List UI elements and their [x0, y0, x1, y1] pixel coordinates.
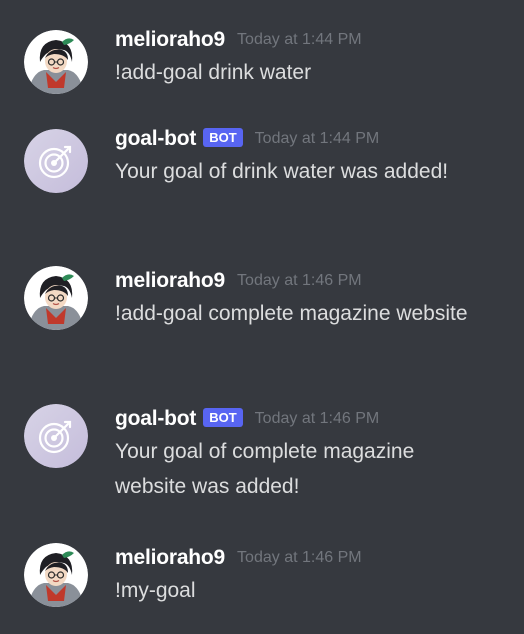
- message-header: melioraho9 Today at 1:46 PM: [115, 543, 362, 573]
- message-text: !my-goal: [115, 579, 196, 602]
- message-text: !add-goal drink water: [115, 61, 312, 84]
- message-header: goal-bot BOT Today at 1:46 PM: [115, 404, 379, 434]
- username[interactable]: melioraho9: [115, 269, 225, 293]
- user-avatar-icon[interactable]: [24, 30, 88, 94]
- target-avatar-icon[interactable]: [24, 129, 88, 193]
- username[interactable]: goal-bot: [115, 127, 196, 151]
- timestamp: Today at 1:46 PM: [254, 410, 380, 427]
- timestamp: Today at 1:46 PM: [237, 549, 362, 566]
- message-header: melioraho9 Today at 1:46 PM: [115, 266, 362, 296]
- timestamp: Today at 1:44 PM: [237, 31, 362, 48]
- user-avatar-icon[interactable]: [24, 543, 88, 607]
- username[interactable]: goal-bot: [115, 407, 196, 431]
- username[interactable]: melioraho9: [115, 546, 225, 570]
- bot-badge: BOT: [203, 407, 243, 427]
- username[interactable]: melioraho9: [115, 28, 225, 52]
- message-text: Your goal of drink water was added!: [115, 160, 449, 183]
- bot-badge: BOT: [203, 127, 243, 147]
- chat-view: { "messages": [ { "author": "melioraho9"…: [0, 0, 524, 634]
- message-header: goal-bot BOT Today at 1:44 PM: [115, 124, 379, 154]
- timestamp: Today at 1:46 PM: [237, 272, 362, 289]
- timestamp: Today at 1:44 PM: [254, 130, 380, 147]
- message-header: melioraho9 Today at 1:44 PM: [115, 25, 362, 55]
- target-avatar-icon[interactable]: [24, 404, 88, 468]
- user-avatar-icon[interactable]: [24, 266, 88, 330]
- message-text: !add-goal complete magazine website: [115, 302, 468, 325]
- message-text: Your goal of complete magazine website w…: [115, 440, 415, 498]
